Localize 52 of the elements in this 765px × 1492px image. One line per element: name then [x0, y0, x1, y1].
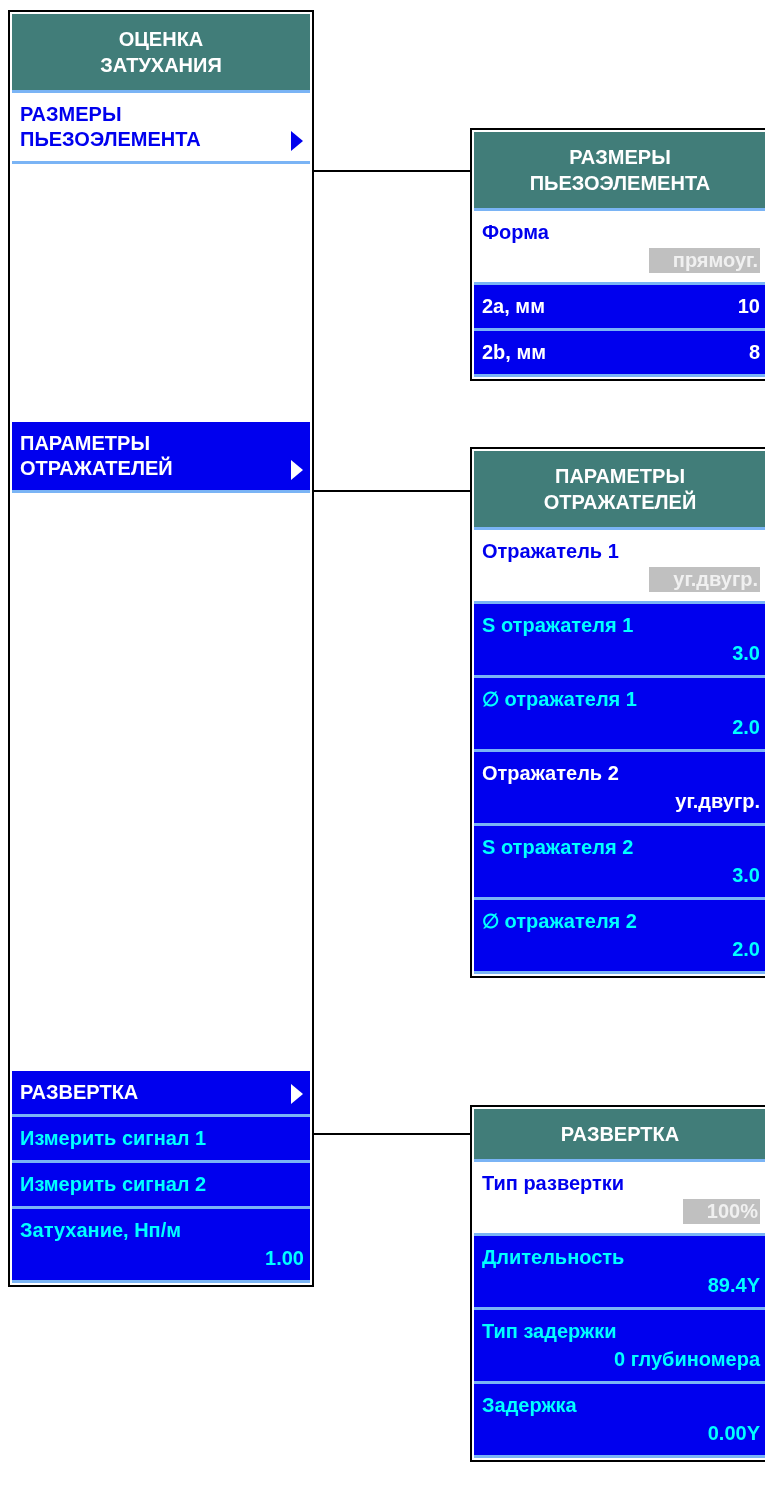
- item-value: уг.двугр.: [675, 789, 760, 814]
- menu-item[interactable]: Отражатель 2 уг.двугр.: [474, 752, 765, 826]
- item-label: РАЗМЕРЫ ПЬЕЗОЭЛЕМЕНТА: [20, 102, 201, 152]
- menu-item[interactable]: Измерить сигнал 1: [12, 1117, 310, 1163]
- item-label: Измерить сигнал 1: [20, 1127, 207, 1149]
- item-value: 3.0: [732, 863, 760, 888]
- item-label: ∅ отражателя 1: [482, 687, 638, 712]
- item-label: Затухание, Нп/м: [20, 1218, 183, 1243]
- item-label: РАЗВЕРТКА: [20, 1080, 139, 1105]
- menu-header: РАЗМЕРЫ ПЬЕЗОЭЛЕМЕНТА: [474, 132, 765, 211]
- menu-item[interactable]: ∅ отражателя 2 2.0: [474, 900, 765, 974]
- item-value: 0.00Y: [707, 1421, 760, 1446]
- item-label: ПАРАМЕТРЫ ОТРАЖАТЕЛЕЙ: [20, 431, 173, 481]
- item-label: Задержка: [482, 1393, 578, 1418]
- menu-item[interactable]: S отражателя 1 3.0: [474, 604, 765, 678]
- item-label: Длительность: [482, 1245, 626, 1270]
- item-value: 1.00: [265, 1246, 304, 1271]
- caret-icon: [290, 1083, 304, 1105]
- caret-icon: [290, 130, 304, 152]
- item-label: Отражатель 2: [482, 761, 620, 786]
- menu-item[interactable]: ПАРАМЕТРЫ ОТРАЖАТЕЛЕЙ: [12, 422, 310, 493]
- item-label: Тип задержки: [482, 1319, 618, 1344]
- item-label: Измерить сигнал 2: [20, 1173, 207, 1195]
- caret-icon: [290, 459, 304, 481]
- item-value: 10: [737, 294, 760, 319]
- item-label: ∅ отражателя 2: [482, 909, 638, 934]
- item-label: 2b, мм: [482, 340, 547, 365]
- item-label: 2a, мм: [482, 294, 545, 319]
- item-label: S отражателя 1: [482, 613, 635, 638]
- menu-item[interactable]: Измерить сигнал 2: [12, 1163, 310, 1209]
- menu-item[interactable]: Задержка 0.00Y: [474, 1384, 765, 1458]
- menu-item[interactable]: РАЗВЕРТКА: [12, 1071, 310, 1117]
- item-label: Отражатель 1: [482, 539, 620, 564]
- menu-item[interactable]: Затухание, Нп/м 1.00: [12, 1209, 310, 1283]
- menu-item[interactable]: ∅ отражателя 1 2.0: [474, 678, 765, 752]
- item-value: 89.4Y: [707, 1273, 760, 1298]
- item-label: S отражателя 2: [482, 835, 635, 860]
- item-value: 0 глубиномера: [614, 1347, 760, 1372]
- menu-item[interactable]: 2a, мм 10: [474, 285, 765, 331]
- menu-item[interactable]: Длительность 89.4Y: [474, 1236, 765, 1310]
- menu-item[interactable]: S отражателя 2 3.0: [474, 826, 765, 900]
- item-label: Форма: [482, 220, 550, 245]
- menu-header: ПАРАМЕТРЫ ОТРАЖАТЕЛЕЙ: [474, 451, 765, 530]
- item-value: 2.0: [732, 715, 760, 740]
- menu-item[interactable]: Тип задержки 0 глубиномера: [474, 1310, 765, 1384]
- item-label: Тип развертки: [482, 1171, 626, 1196]
- item-value: 2.0: [732, 937, 760, 962]
- menu-header: ОЦЕНКА ЗАТУХАНИЯ: [12, 14, 310, 93]
- menu-header: РАЗВЕРТКА: [474, 1109, 765, 1162]
- item-value: 8: [748, 340, 760, 365]
- menu-item[interactable]: 2b, мм 8: [474, 331, 765, 377]
- item-value: 3.0: [732, 641, 760, 666]
